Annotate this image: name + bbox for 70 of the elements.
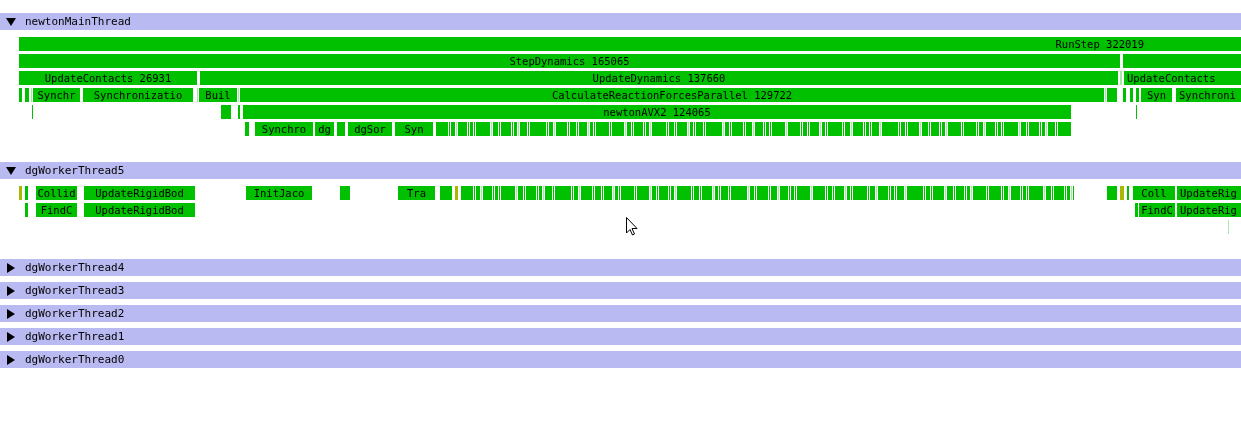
timeline-block[interactable]: dgSor (348, 122, 392, 136)
timeline-block[interactable]: Synchro (255, 122, 313, 136)
timeline-block[interactable] (238, 88, 239, 102)
timeline-block[interactable] (1135, 203, 1138, 217)
timeline-block[interactable]: UpdateRig (1177, 203, 1241, 217)
timeline-block[interactable] (440, 186, 452, 200)
timeline-block[interactable]: Collid (36, 186, 77, 200)
timeline-block[interactable] (1123, 54, 1241, 68)
thread-name: dgWorkerThread0 (25, 353, 125, 366)
thread-header[interactable]: dgWorkerThread0 (0, 351, 1241, 368)
timeline-block[interactable] (19, 186, 22, 200)
timeline-block[interactable]: UpdateRigidBod (84, 203, 195, 217)
timeline-block[interactable]: UpdateRig (1177, 186, 1241, 200)
timeline-block[interactable]: FindC (36, 203, 77, 217)
timeline-block[interactable]: Buil (199, 88, 237, 102)
thread-name: dgWorkerThread3 (25, 284, 125, 297)
timeline-block[interactable] (1123, 88, 1126, 102)
timeline-block[interactable]: UpdateRigidBod (84, 186, 195, 200)
timeline-block[interactable] (1107, 186, 1117, 200)
thread-name: dgWorkerThread4 (25, 261, 125, 274)
timeline-block[interactable]: newtonAVX2 124065 (243, 105, 1071, 119)
timeline-block[interactable] (1130, 88, 1133, 102)
timeline-block[interactable]: Coll (1133, 186, 1175, 200)
timeline-block[interactable] (1107, 88, 1117, 102)
timeline-block[interactable] (31, 88, 32, 102)
timeline-block[interactable]: RunStep 322019 (19, 37, 1241, 51)
timeline-block[interactable] (32, 105, 33, 119)
timeline-block[interactable]: dg (315, 122, 334, 136)
timeline-block[interactable] (1105, 88, 1106, 102)
timeline-block[interactable] (221, 105, 231, 119)
timeline-block[interactable]: Syn (1141, 88, 1172, 102)
timeline-block[interactable] (25, 186, 28, 200)
timeline-block[interactable] (337, 122, 345, 136)
timeline-block[interactable]: Synchronizatio (83, 88, 193, 102)
thread-header[interactable]: dgWorkerThread3 (0, 282, 1241, 299)
timeline-block[interactable]: UpdateContacts 26931 (19, 71, 197, 85)
timeline-block[interactable]: Tra (398, 186, 435, 200)
timeline-block[interactable]: FindC (1139, 203, 1175, 217)
timeline-block[interactable]: Synchr (33, 88, 80, 102)
timeline-block[interactable]: UpdateContacts (1124, 71, 1241, 85)
timeline-block[interactable]: CalculateReactionForcesParallel 129722 (240, 88, 1104, 102)
thread-name: dgWorkerThread5 (25, 164, 125, 177)
timeline-block[interactable] (238, 105, 240, 119)
timeline-block[interactable] (1120, 186, 1124, 200)
timeline-block[interactable] (25, 203, 28, 217)
timeline-block[interactable]: Syn (395, 122, 433, 136)
thread-header[interactable]: dgWorkerThread4 (0, 259, 1241, 276)
timeline-block[interactable] (1136, 105, 1137, 119)
timeline-block[interactable]: UpdateDynamics 137660 (200, 71, 1118, 85)
thread-header[interactable]: newtonMainThread (0, 13, 1241, 30)
timeline-block[interactable] (245, 122, 249, 136)
timeline-block[interactable] (1136, 88, 1139, 102)
thread-name: dgWorkerThread1 (25, 330, 125, 343)
timeline-block[interactable]: InitJaco (246, 186, 312, 200)
timeline-block[interactable] (19, 88, 22, 102)
thread-name: newtonMainThread (25, 15, 131, 28)
timeline-block[interactable]: Synchroni (1176, 88, 1241, 102)
timeline-block[interactable] (25, 88, 29, 102)
thread-header[interactable]: dgWorkerThread1 (0, 328, 1241, 345)
timeline-block[interactable] (197, 88, 198, 102)
timeline-block[interactable]: StepDynamics 165065 (19, 54, 1120, 68)
thread-name: dgWorkerThread2 (25, 307, 125, 320)
cursor-icon (626, 217, 639, 236)
timeline-block[interactable] (1228, 220, 1229, 234)
timeline-block[interactable] (340, 186, 350, 200)
timeline-block[interactable] (455, 186, 458, 200)
thread-header[interactable]: dgWorkerThread2 (0, 305, 1241, 322)
thread-header[interactable]: dgWorkerThread5 (0, 162, 1241, 179)
timeline-block[interactable] (1127, 186, 1129, 200)
timeline-block[interactable] (1120, 71, 1122, 85)
